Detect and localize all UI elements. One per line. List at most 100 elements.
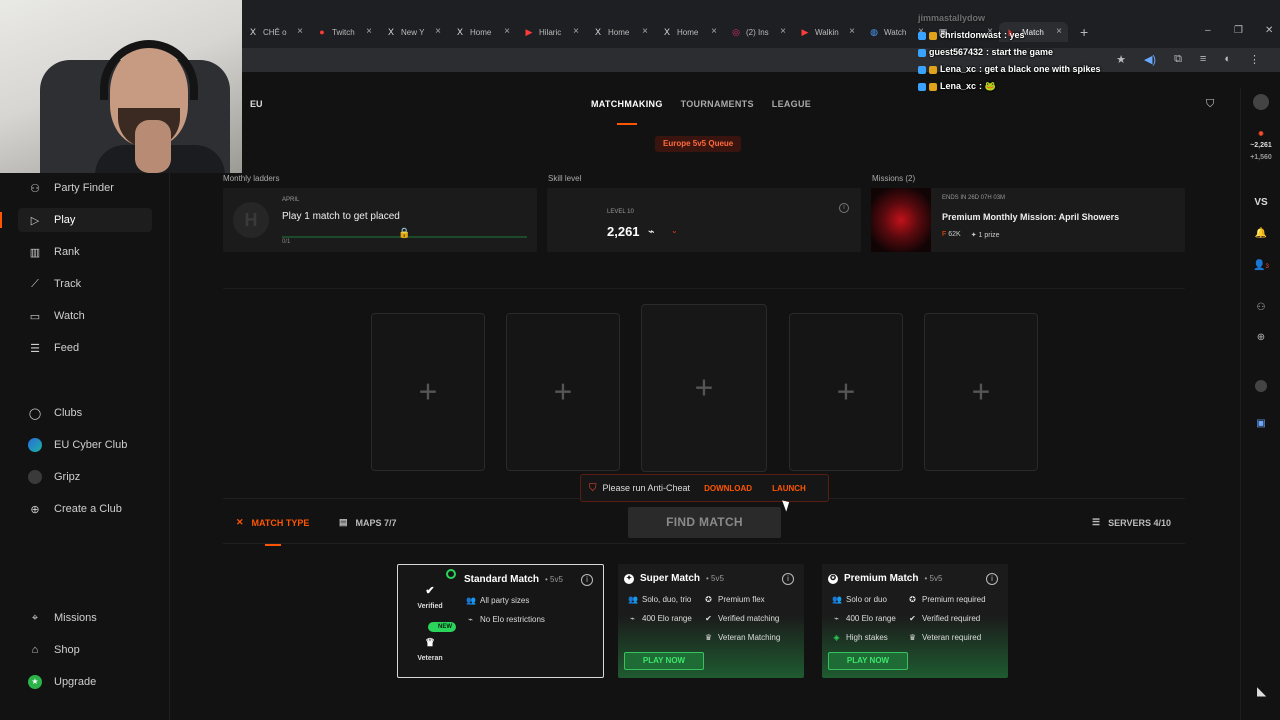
tab-close-icon[interactable]: × [435, 26, 441, 37]
tab[interactable]: ▶ Hilaric × [516, 22, 585, 42]
maps-tab[interactable]: ▤ MAPS 7/7 [339, 517, 397, 528]
verified-icon: ✔ [909, 614, 916, 623]
tab-close-icon[interactable]: × [504, 26, 510, 37]
sidebar-item-missions[interactable]: ⌖ Missions [18, 606, 152, 630]
anticheat-text: Please run Anti-Cheat [602, 483, 691, 493]
tab-close-icon[interactable]: × [711, 26, 717, 37]
user-avatar[interactable] [1241, 94, 1280, 113]
tab[interactable]: X New Y × [378, 22, 447, 42]
find-match-button[interactable]: FIND MATCH [628, 507, 781, 538]
tab-label: (2) Ins [746, 27, 769, 37]
tab-league[interactable]: LEAGUE [772, 99, 811, 109]
feature-text: Solo or duo [846, 595, 887, 604]
close-window-icon[interactable]: ✕ [1265, 25, 1273, 36]
tab[interactable]: X Home × [654, 22, 723, 42]
plus-icon: + [418, 373, 438, 410]
browser-menu-icon[interactable]: ⋮ [1249, 53, 1260, 66]
sidebar-item-upgrade[interactable]: ★ Upgrade [18, 670, 152, 694]
tab-close-icon[interactable]: × [297, 26, 303, 37]
play-now-button[interactable]: PLAY NOW [624, 652, 704, 670]
instagram-icon: ◎ [732, 27, 740, 37]
premium-match-card[interactable]: ✪ Premium Match • 5v5 i 👥 Solo or duo ⌁ 400 … [822, 564, 1008, 678]
sidebar-item-gripz[interactable]: Gripz [18, 465, 152, 489]
x-icon: X [594, 27, 601, 37]
tab-close-icon[interactable]: × [780, 26, 786, 37]
reading-list-icon[interactable]: ≡ [1200, 53, 1206, 66]
servers-button[interactable]: ☰ SERVERS 4/10 [1092, 517, 1171, 528]
versus-icon[interactable]: VS [1241, 197, 1280, 208]
bell-icon[interactable]: 🔔 [1241, 228, 1280, 239]
tab-label: New Y [401, 27, 425, 37]
sidebar-item-shop[interactable]: ⌂ Shop [18, 638, 152, 662]
party-slot[interactable]: + [924, 313, 1038, 471]
download-button[interactable]: DOWNLOAD [704, 484, 752, 493]
party-slot[interactable]: + [371, 313, 485, 471]
servers-label: SERVERS 4/10 [1108, 517, 1171, 528]
friends-icon[interactable]: 👤3 [1241, 260, 1280, 271]
sidebar-item-play[interactable]: ▷ Play [0, 208, 152, 232]
ladder-card[interactable]: H APRIL Play 1 match to get placed 🔒 0/1 [223, 188, 537, 252]
info-icon[interactable]: i [782, 573, 794, 585]
tab-tournaments[interactable]: TOURNAMENTS [681, 99, 754, 109]
sidebar-item-eu-cyber-club[interactable]: EU Cyber Club [18, 433, 152, 457]
elo-icon: ⌁ [834, 614, 839, 623]
right-rail: ◉ ~2,261 +1,560 VS 🔔 👤3 ⚇ ⊕ ▣ [1240, 88, 1280, 720]
sidebar-item-clubs[interactable]: ◯ Clubs [18, 401, 152, 425]
maximize-icon[interactable]: ❐ [1234, 25, 1243, 36]
sidebar-item-rank[interactable]: ▥ Rank [18, 240, 152, 264]
launch-button[interactable]: LAUNCH [772, 484, 806, 493]
elo-icon: ⌁ [468, 615, 473, 624]
skill-level-label: Skill level [548, 174, 582, 183]
party-slot[interactable]: + [506, 313, 620, 471]
badge-icon [929, 65, 937, 74]
x-icon: X [249, 27, 256, 37]
tab[interactable]: X CHÊ o × [240, 22, 309, 42]
tab[interactable]: ● Twitch × [309, 22, 378, 42]
play-now-button[interactable]: PLAY NOW [828, 652, 908, 670]
audio-icon[interactable]: ◀) [1144, 53, 1156, 66]
tab[interactable]: ◎ (2) Ins × [723, 22, 792, 42]
sidebar-item-feed[interactable]: ☰ Feed [18, 336, 152, 360]
info-icon[interactable]: i [986, 573, 998, 585]
match-type-tab[interactable]: ✕ MATCH TYPE [236, 517, 309, 528]
sidebar-item-label: Watch [54, 310, 85, 322]
sidebar-item-create-club[interactable]: ⊕ Create a Club [18, 497, 152, 521]
super-match-card[interactable]: ✦ Super Match • 5v5 i 👥 Solo, duo, trio ⌁ 40… [618, 564, 804, 678]
standard-match-card[interactable]: ✔ Verified NEW ♛ Veteran Standard Match • 5… [397, 564, 604, 678]
premium-icon: ✪ [909, 595, 916, 604]
store-icon[interactable]: ⛉ [1206, 98, 1214, 111]
mission-points: 62K [948, 231, 961, 238]
tab-close-icon[interactable]: × [573, 26, 579, 37]
friend-avatar[interactable] [1241, 380, 1280, 395]
info-icon[interactable]: i [839, 203, 849, 213]
tab[interactable]: ▶ Walkin × [792, 22, 861, 42]
region-label[interactable]: EU [250, 99, 263, 109]
tab[interactable]: X Home × [585, 22, 654, 42]
play-icon: ▷ [30, 214, 40, 227]
profile-icon[interactable]: ◐ [1224, 53, 1231, 66]
party-slot[interactable]: + [789, 313, 903, 471]
elo-widget[interactable]: ◉ ~2,261 +1,560 [1241, 128, 1280, 164]
mission-card[interactable]: ENDS IN 26D 07H 03M Premium Monthly Miss… [871, 188, 1185, 252]
info-icon[interactable]: i [581, 574, 593, 586]
sidebar-item-track[interactable]: ⟋ Track [18, 272, 152, 296]
minimize-icon[interactable]: – [1205, 25, 1211, 36]
tab[interactable]: X Home × [447, 22, 516, 42]
avatar [1253, 94, 1269, 110]
extensions-icon[interactable]: ⧉ [1174, 53, 1182, 66]
party-slot-self[interactable]: + [641, 304, 767, 472]
tab-matchmaking[interactable]: MATCHMAKING [591, 99, 663, 125]
sidebar-item-party-finder[interactable]: ⚇ Party Finder [18, 176, 152, 200]
sidebar-item-watch[interactable]: ▭ Watch [18, 304, 152, 328]
badge-icon [918, 82, 926, 91]
party-icon[interactable]: ⚇ [1241, 302, 1280, 313]
tab-close-icon[interactable]: × [642, 26, 648, 37]
add-icon[interactable]: ⊕ [1241, 332, 1280, 343]
chip-icon[interactable]: ▣ [1241, 418, 1280, 429]
skill-card[interactable]: LEVEL 10 2,261 ⌁ ⌄ i [547, 188, 861, 252]
address-bar[interactable]: ★ ◀) ⧉ ≡ ◐ ⋮ [240, 48, 1280, 72]
faceit-logo-icon[interactable]: ◣ [1257, 684, 1266, 698]
crown-icon: ♛ [908, 633, 917, 642]
tab-close-icon[interactable]: × [849, 26, 855, 37]
tab-close-icon[interactable]: × [366, 26, 372, 37]
